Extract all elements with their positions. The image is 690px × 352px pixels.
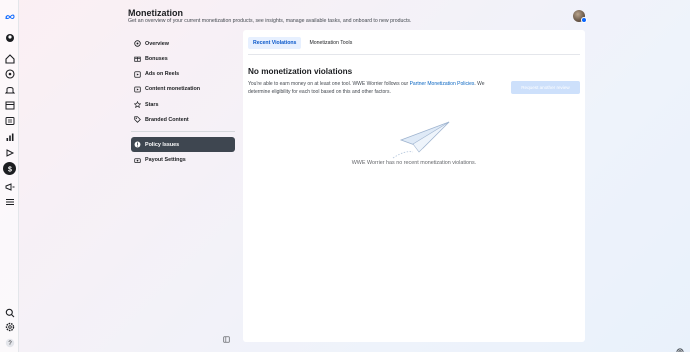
section-description: You're able to earn money on at least on…: [248, 81, 493, 96]
content-monetization-icon: [134, 86, 141, 93]
meta-logo-icon[interactable]: [3, 10, 16, 23]
nav-divider: [131, 131, 235, 133]
empty-state-message: WWE Worrier has no recent monetization v…: [351, 160, 477, 166]
content-icon[interactable]: [3, 83, 16, 96]
nav-item-branded-content[interactable]: Branded Content: [131, 112, 235, 127]
request-review-button[interactable]: Request another review: [511, 81, 580, 94]
collapse-sidebar-icon[interactable]: [223, 330, 230, 343]
policy-icon: [134, 141, 141, 148]
description-text: You're able to earn money on at least on…: [248, 81, 410, 87]
avatar-badge-icon: [581, 17, 587, 23]
nav-item-ads-on-reels[interactable]: Ads on Reels: [131, 67, 235, 82]
tab-recent-violations[interactable]: Recent Violations: [248, 37, 302, 49]
notifications-icon[interactable]: [3, 67, 16, 80]
nav-item-label: Ads on Reels: [145, 71, 180, 78]
tab-divider: [248, 54, 580, 55]
bonuses-icon: [134, 55, 141, 62]
partner-policies-link[interactable]: Partner Monetization Policies: [410, 81, 475, 87]
nav-item-label: Content monetization: [145, 86, 201, 93]
section-heading: No monetization violations: [248, 67, 353, 76]
payout-icon: [134, 157, 141, 164]
menu-icon[interactable]: [3, 195, 16, 208]
home-icon[interactable]: [3, 52, 16, 65]
insights-icon[interactable]: [3, 130, 16, 143]
nav-item-content-monetization[interactable]: Content monetization: [131, 82, 235, 97]
nav-item-label: Payout Settings: [145, 157, 186, 164]
nav-item-overview[interactable]: Overview: [131, 36, 235, 51]
main-panel: Recent Violations Monetization Tools No …: [243, 30, 585, 342]
nav-item-label: Bonuses: [145, 55, 168, 62]
nav-item-payout-settings[interactable]: Payout Settings: [131, 153, 235, 168]
stars-icon: [134, 101, 141, 109]
calendar-icon[interactable]: [3, 98, 16, 111]
nav-item-bonuses[interactable]: Bonuses: [131, 51, 235, 66]
global-nav-rail: $ ?: [0, 0, 19, 352]
settings-icon[interactable]: [3, 320, 16, 333]
monetization-nav: Overview Bonuses Ads on Reels Content mo…: [131, 36, 235, 168]
inbox-icon[interactable]: [3, 114, 16, 127]
tab-bar: Recent Violations Monetization Tools: [248, 37, 360, 49]
nav-item-stars[interactable]: Stars: [131, 97, 235, 112]
megaphone-icon[interactable]: [3, 180, 16, 193]
reels-icon: [134, 70, 141, 78]
nav-item-label: Stars: [145, 101, 159, 108]
globe-icon[interactable]: [676, 343, 684, 352]
ads-icon[interactable]: [3, 146, 16, 159]
svg-text:$: $: [8, 166, 12, 173]
paper-plane-illustration: [383, 118, 453, 160]
nav-item-label: Branded Content: [145, 116, 189, 123]
profile-switch-icon[interactable]: [3, 31, 16, 44]
page-title: Monetization: [128, 8, 183, 18]
overview-icon: [134, 40, 141, 47]
branded-content-icon: [134, 116, 141, 124]
nav-item-policy-issues[interactable]: Policy Issues: [131, 137, 235, 153]
search-icon[interactable]: [3, 306, 16, 319]
nav-item-label: Overview: [145, 40, 169, 47]
help-icon[interactable]: ?: [3, 336, 16, 349]
page-subtitle: Get an overview of your current monetiza…: [128, 18, 412, 24]
tab-monetization-tools[interactable]: Monetization Tools: [304, 37, 357, 49]
monetization-icon[interactable]: $: [3, 162, 16, 175]
nav-item-label: Policy Issues: [145, 141, 180, 148]
